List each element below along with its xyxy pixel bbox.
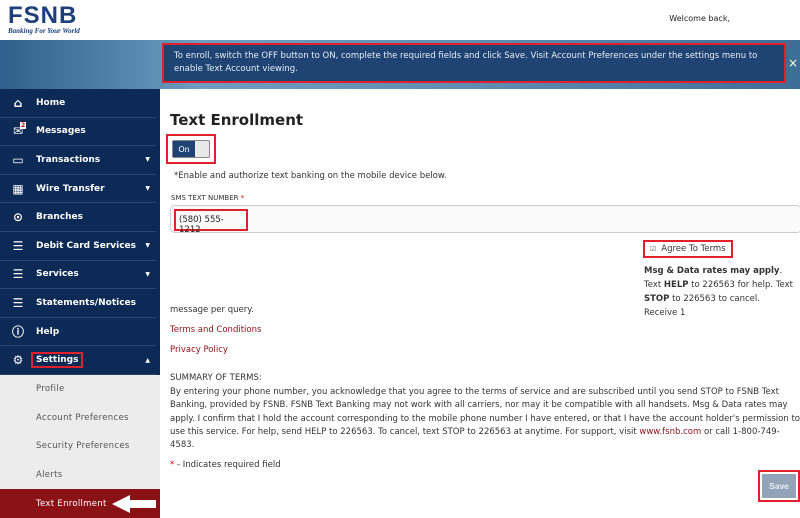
- nav-label: Messages: [36, 126, 86, 137]
- sidebar-item-messages[interactable]: ✉ 2 Messages: [0, 118, 156, 147]
- banner: To enroll, switch the OFF button to ON, …: [0, 40, 800, 89]
- close-icon[interactable]: ×: [788, 56, 798, 70]
- submenu-label: Text Enrollment: [36, 498, 107, 509]
- menu-icon: ☰: [12, 238, 24, 253]
- toggle-highlight: On: [166, 134, 216, 164]
- submenu-profile[interactable]: Profile: [0, 375, 160, 404]
- rates-bold: Msg & Data rates may apply: [644, 266, 780, 276]
- agree-label: Agree To Terms: [661, 244, 726, 254]
- sidebar-item-branches[interactable]: ⊙ Branches: [0, 203, 156, 232]
- sms-number-label: SMS Text Number *: [171, 194, 244, 202]
- settings-submenu: Profile Account Preferences Security Pre…: [0, 374, 160, 518]
- nav-label: Services: [36, 269, 79, 280]
- message-count-badge: 2: [20, 121, 27, 129]
- summary-text: By entering your phone number, you ackno…: [170, 386, 800, 452]
- fsnb-logo[interactable]: FSNB Banking For Your World: [8, 2, 80, 36]
- privacy-policy-link[interactable]: Privacy Policy: [170, 345, 228, 355]
- summary-heading: SUMMARY OF TERMS:: [170, 373, 262, 383]
- enable-hint: *Enable and authorize text banking on th…: [174, 171, 447, 181]
- nav-label: Branches: [36, 212, 83, 223]
- sidebar-item-statements[interactable]: ☰ Statements/Notices: [0, 289, 156, 318]
- sidebar-item-debit-card-services[interactable]: ☰ Debit Card Services ▼: [0, 232, 156, 261]
- mail-icon: ✉: [12, 124, 24, 139]
- arrow-left-icon: [112, 494, 156, 513]
- rates-text: to 226563 for help. Text: [688, 280, 793, 290]
- rates-notice: Msg & Data rates may apply. Text HELP to…: [644, 264, 794, 320]
- header: FSNB Banking For Your World Welcome back…: [0, 0, 800, 40]
- menu-icon: ☰: [12, 295, 24, 310]
- sidebar-item-settings[interactable]: ⚙ Settings ▲: [0, 346, 156, 375]
- submenu-account-preferences[interactable]: Account Preferences: [0, 404, 160, 433]
- welcome-text: Welcome back,: [669, 14, 730, 23]
- nav-label: Statements/Notices: [36, 297, 136, 308]
- sidebar-item-wire-transfer[interactable]: ▦ Wire Transfer ▼: [0, 175, 156, 204]
- note-text: - Indicates required field: [174, 460, 281, 470]
- terms-and-conditions-link[interactable]: Terms and Conditions: [170, 325, 261, 335]
- building-icon: ▦: [12, 181, 24, 196]
- nav-label: Transactions: [36, 154, 101, 165]
- location-pin-icon: ⊙: [12, 210, 24, 225]
- enroll-instructions: To enroll, switch the OFF button to ON, …: [162, 43, 786, 83]
- sidebar-item-services[interactable]: ☰ Services ▼: [0, 261, 156, 290]
- enrollment-toggle[interactable]: On: [172, 140, 210, 158]
- logo-tagline: Banking For Your World: [8, 27, 80, 35]
- nav-label: Help: [36, 326, 60, 337]
- chevron-up-icon: ▲: [145, 356, 150, 364]
- rates-continued: message per query.: [170, 305, 254, 315]
- required-field-note: * - Indicates required field: [170, 460, 281, 470]
- chevron-down-icon: ▼: [145, 185, 150, 193]
- sidebar: ⌂ Home ✉ 2 Messages ▭ Transactions ▼ ▦ Wire Tr…: [0, 89, 160, 518]
- submenu-security-preferences[interactable]: Security Preferences: [0, 432, 160, 461]
- help-icon: ⓘ: [11, 325, 24, 340]
- submenu-text-enrollment[interactable]: Text Enrollment: [0, 489, 160, 518]
- main-content: Text Enrollment On *Enable and authorize…: [160, 89, 800, 517]
- phone-value: (580) 555-1212: [174, 209, 248, 235]
- nav-label: Settings: [31, 352, 84, 369]
- required-star: *: [240, 194, 245, 202]
- help-keyword: HELP: [663, 280, 689, 290]
- sidebar-item-home[interactable]: ⌂ Home: [0, 89, 156, 118]
- page-title: Text Enrollment: [170, 111, 304, 129]
- chevron-down-icon: ▼: [145, 156, 150, 164]
- chevron-down-icon: ▼: [145, 242, 150, 250]
- checkbox-checked-icon: ☑: [650, 245, 657, 253]
- home-icon: ⌂: [13, 95, 23, 110]
- agree-to-terms-checkbox[interactable]: ☑ Agree To Terms: [643, 240, 733, 258]
- card-icon: ▭: [12, 152, 24, 167]
- sms-number-input[interactable]: (580) 555-1212: [170, 205, 800, 235]
- fsnb-website-link[interactable]: www.fsnb.com: [639, 427, 701, 437]
- menu-icon: ☰: [12, 267, 24, 282]
- stop-keyword: STOP: [644, 294, 670, 304]
- logo-text: FSNB: [8, 2, 78, 29]
- sidebar-item-transactions[interactable]: ▭ Transactions ▼: [0, 146, 156, 175]
- toggle-label: On: [173, 141, 195, 157]
- save-highlight: Save: [758, 470, 800, 502]
- chevron-down-icon: ▼: [145, 270, 150, 278]
- sidebar-item-help[interactable]: ⓘ Help: [0, 318, 156, 347]
- nav-label: Home: [36, 97, 66, 108]
- submenu-alerts[interactable]: Alerts: [0, 461, 160, 490]
- label-text: SMS Text Number: [171, 194, 239, 202]
- nav-label: Wire Transfer: [36, 183, 105, 194]
- nav-label: Debit Card Services: [36, 240, 137, 251]
- save-button[interactable]: Save: [762, 474, 796, 498]
